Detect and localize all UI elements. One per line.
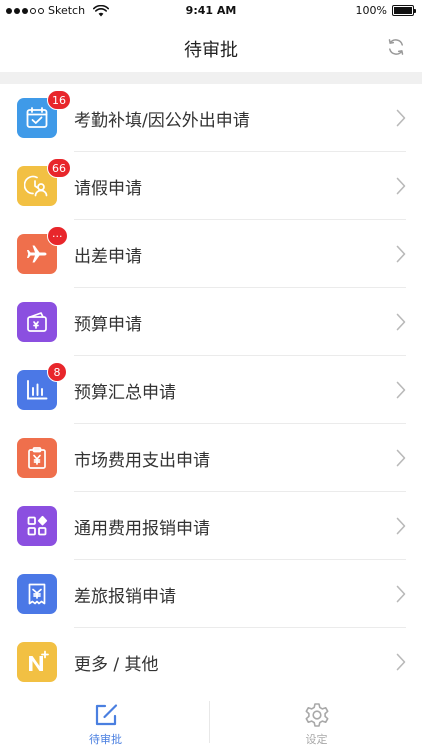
bar-chart-icon: [27, 380, 48, 400]
list-item-general-expense[interactable]: 通用费用报销申请: [0, 492, 422, 560]
chevron-right-icon: [396, 449, 406, 467]
page-title: 待审批: [184, 40, 238, 61]
tab-bar: 待审批 设定: [0, 695, 422, 750]
approval-list: 16 考勤补填/因公外出申请 66 请假申请 ··· 出差申请 预算申请 8 预…: [0, 84, 422, 696]
list-item-icon: [17, 302, 57, 342]
list-item-budget[interactable]: 预算申请: [0, 288, 422, 356]
battery-icon: [392, 5, 416, 16]
list-item-attendance[interactable]: 16 考勤补填/因公外出申请: [0, 84, 422, 152]
chevron-right-icon: [396, 653, 406, 671]
list-item-icon: 16: [17, 90, 71, 138]
leave-person-icon: [24, 175, 48, 197]
list-item-travel-reimburse[interactable]: 差旅报销申请: [0, 560, 422, 628]
list-item-label: 通用费用报销申请: [74, 519, 210, 539]
list-item-icon: ···: [17, 226, 68, 274]
status-bar: Sketch 9:41 AM 100%: [0, 0, 422, 22]
list-item-label: 差旅报销申请: [74, 587, 176, 607]
list-item-label: 出差申请: [74, 247, 142, 267]
list-item-label: 市场费用支出申请: [74, 451, 210, 471]
wallet-icon: [27, 312, 47, 332]
edit-square-icon: [95, 704, 117, 726]
chevron-right-icon: [396, 109, 406, 127]
list-item-icon: [17, 438, 57, 478]
settings-gear-icon: [305, 703, 328, 727]
list-item-icon: [17, 574, 57, 614]
chevron-right-icon: [396, 585, 406, 603]
tab-settings[interactable]: 设定: [211, 695, 422, 750]
chevron-right-icon: [396, 313, 406, 331]
chevron-right-icon: [396, 381, 406, 399]
tab-label: 待审批: [89, 733, 122, 746]
tab-label: 设定: [305, 733, 328, 746]
chevron-right-icon: [396, 517, 406, 535]
list-item-icon: 8: [17, 362, 67, 410]
receipt-icon: [28, 583, 46, 605]
n-plus-icon: [29, 650, 49, 671]
notification-badge: 8: [47, 362, 67, 382]
list-item-business-trip[interactable]: ··· 出差申请: [0, 220, 422, 288]
list-item-budget-summary[interactable]: 8 预算汇总申请: [0, 356, 422, 424]
list-item-more[interactable]: 更多 / 其他: [0, 628, 422, 696]
battery-level: [394, 7, 412, 14]
list-item-label: 更多 / 其他: [74, 655, 159, 675]
list-item-icon: [17, 642, 57, 682]
notification-badge: 16: [47, 90, 71, 110]
list-item-leave[interactable]: 66 请假申请: [0, 152, 422, 220]
list-item-label: 请假申请: [74, 179, 142, 199]
list-item-label: 考勤补填/因公外出申请: [74, 111, 250, 131]
list-item-icon: [17, 506, 57, 546]
battery-percent: 100%: [355, 4, 387, 17]
list-item-icon: 66: [17, 158, 71, 206]
nav-bar: 待审批: [0, 22, 422, 72]
tab-separator: [209, 701, 210, 743]
clipboard-yen-icon: [28, 447, 46, 469]
notification-badge: ···: [47, 226, 68, 246]
grid-apps-icon: [27, 515, 48, 536]
list-item-market-expense[interactable]: 市场费用支出申请: [0, 424, 422, 492]
list-item-label: 预算申请: [74, 315, 142, 335]
tab-pending-approval[interactable]: 待审批: [0, 695, 211, 750]
chevron-right-icon: [396, 245, 406, 263]
calendar-check-icon: [26, 107, 48, 128]
list-item-label: 预算汇总申请: [74, 383, 176, 403]
chevron-right-icon: [396, 177, 406, 195]
airplane-icon: [27, 245, 47, 263]
refresh-icon[interactable]: [386, 37, 406, 57]
status-right: 100%: [355, 4, 416, 17]
notification-badge: 66: [47, 158, 71, 178]
section-divider: [0, 72, 422, 84]
